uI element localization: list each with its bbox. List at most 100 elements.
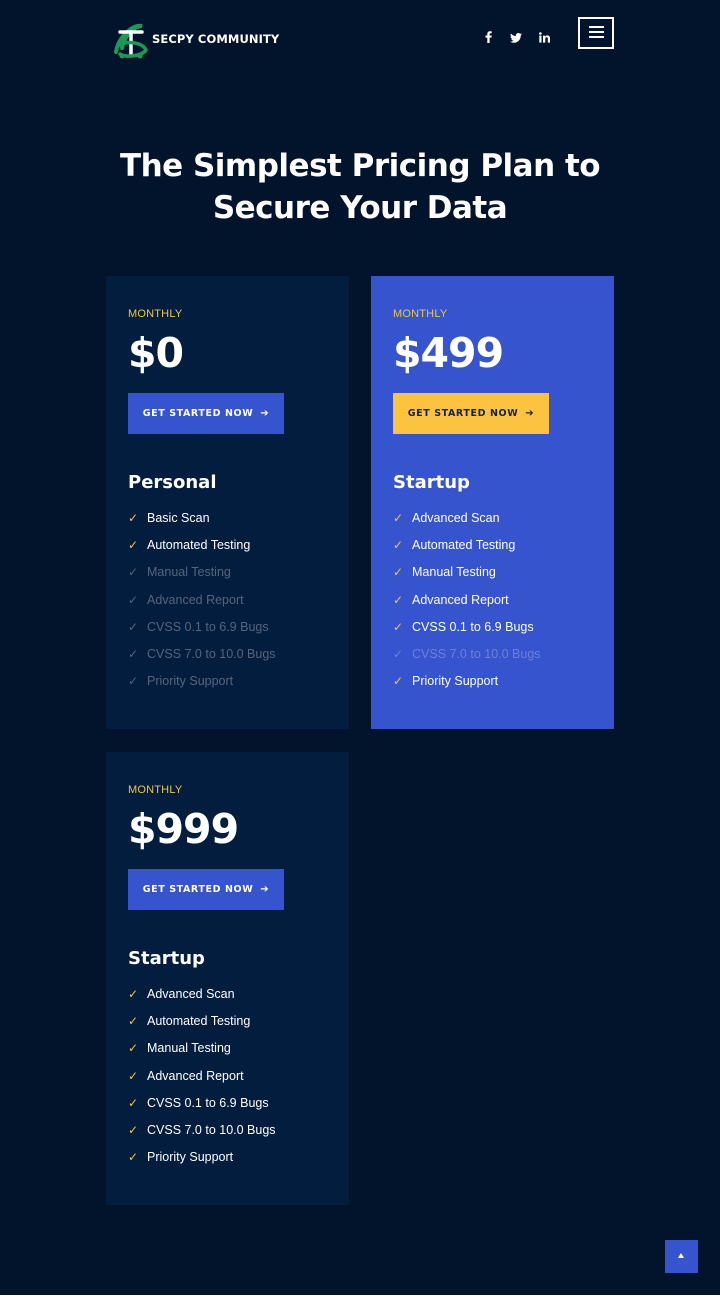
feature-label: CVSS 0.1 to 6.9 Bugs xyxy=(412,619,534,634)
button-label: GET STARTED NOW xyxy=(142,408,254,419)
feature-label: Manual Testing xyxy=(147,565,231,580)
feature-label: Advanced Scan xyxy=(147,987,235,1001)
check-icon: ✓ xyxy=(393,592,404,607)
feature-label: CVSS 0.1 to 6.9 Bugs xyxy=(147,1095,269,1110)
logo[interactable]: SECPY COMMUNITY xyxy=(112,18,279,60)
button-label: GET STARTED NOW xyxy=(407,408,519,419)
feature-item: ✓ Manual Testing xyxy=(393,564,541,591)
pricing-card-personal: MONTHLY $0 GET STARTED NOW ➔ Personal ✓ B… xyxy=(106,276,349,729)
twitter-icon[interactable] xyxy=(510,31,522,49)
check-icon: ✓ xyxy=(128,1122,139,1137)
check-icon: ✓ xyxy=(128,565,139,580)
feature-item: ✓ Manual Testing xyxy=(128,1040,276,1067)
page-title-line: Secure Your Data xyxy=(212,190,508,226)
menu-bar xyxy=(589,36,604,38)
check-icon: ✓ xyxy=(128,538,139,553)
facebook-icon[interactable] xyxy=(482,31,494,49)
arrow-right-icon: ➔ xyxy=(525,408,535,419)
feature-label: Priority Support xyxy=(147,674,234,689)
check-icon: ✓ xyxy=(128,592,139,607)
feature-item: ✓ CVSS 7.0 to 10.0 Bugs xyxy=(128,646,276,673)
feature-item: ✓ CVSS 0.1 to 6.9 Bugs xyxy=(128,619,276,646)
feature-label: Advanced Report xyxy=(412,592,509,607)
check-icon: ✓ xyxy=(128,646,139,661)
billing-period: MONTHLY xyxy=(393,308,448,320)
feature-label: Manual Testing xyxy=(412,565,496,580)
feature-item: ✓ CVSS 0.1 to 6.9 Bugs xyxy=(393,619,541,646)
feature-item: ✓ Automated Testing xyxy=(128,537,276,564)
feature-label: Advanced Scan xyxy=(412,511,500,525)
site-header: SECPY COMMUNITY xyxy=(0,0,720,84)
linkedin-icon[interactable] xyxy=(538,31,550,49)
plan-name: Startup xyxy=(393,472,470,493)
feature-item: ✓ CVSS 0.1 to 6.9 Bugs xyxy=(128,1095,276,1122)
feature-item: ✓ Priority Support xyxy=(128,673,276,700)
check-icon: ✓ xyxy=(128,511,139,525)
feature-item: ✓ Advanced Scan xyxy=(128,986,276,1013)
chevron-up-icon xyxy=(678,1253,684,1258)
check-icon: ✓ xyxy=(393,619,404,634)
social-links xyxy=(482,31,566,49)
page-title-line: The Simplest Pricing Plan to xyxy=(119,148,601,184)
arrow-right-icon: ➔ xyxy=(260,408,270,419)
check-icon: ✓ xyxy=(128,1014,139,1029)
plan-price: $0 xyxy=(128,329,184,377)
feature-item: ✓ CVSS 7.0 to 10.0 Bugs xyxy=(128,1122,276,1149)
feature-list: ✓ Basic Scan ✓ Automated Testing ✓ Manual T… xyxy=(128,510,276,700)
check-icon: ✓ xyxy=(393,511,404,525)
feature-label: CVSS 0.1 to 6.9 Bugs xyxy=(147,619,269,634)
plan-price: $499 xyxy=(393,329,504,377)
feature-item: ✓ Advanced Report xyxy=(128,592,276,619)
feature-list: ✓ Advanced Scan ✓ Automated Testing ✓ Manua… xyxy=(128,986,276,1176)
feature-item: ✓ Priority Support xyxy=(128,1149,276,1176)
feature-item: ✓ CVSS 7.0 to 10.0 Bugs xyxy=(393,646,541,673)
check-icon: ✓ xyxy=(128,987,139,1001)
feature-item: ✓ Basic Scan xyxy=(128,510,276,537)
plan-name: Personal xyxy=(128,472,217,493)
get-started-button[interactable]: GET STARTED NOW ➔ xyxy=(128,393,284,434)
feature-item: ✓ Automated Testing xyxy=(128,1013,276,1040)
feature-label: Priority Support xyxy=(412,674,499,689)
bottom-divider xyxy=(0,1295,720,1302)
feature-item: ✓ Advanced Report xyxy=(128,1068,276,1095)
feature-label: CVSS 7.0 to 10.0 Bugs xyxy=(147,1122,276,1137)
check-icon: ✓ xyxy=(128,1068,139,1083)
feature-label: Advanced Report xyxy=(147,1068,244,1083)
feature-label: Automated Testing xyxy=(412,538,516,553)
feature-label: Automated Testing xyxy=(147,1014,251,1029)
feature-item: ✓ Advanced Report xyxy=(393,592,541,619)
feature-item: ✓ Priority Support xyxy=(393,673,541,700)
button-label: GET STARTED NOW xyxy=(142,884,254,895)
billing-period: MONTHLY xyxy=(128,784,183,796)
check-icon: ✓ xyxy=(393,565,404,580)
feature-label: CVSS 7.0 to 10.0 Bugs xyxy=(412,646,541,661)
feature-label: Manual Testing xyxy=(147,1041,231,1056)
pricing-card-startup: MONTHLY $999 GET STARTED NOW ➔ Startup ✓… xyxy=(106,752,349,1205)
feature-label: Advanced Report xyxy=(147,592,244,607)
plan-price: $999 xyxy=(128,805,239,853)
check-icon: ✓ xyxy=(393,674,404,689)
check-icon: ✓ xyxy=(128,674,139,689)
get-started-button[interactable]: GET STARTED NOW ➔ xyxy=(393,393,549,434)
feature-label: Basic Scan xyxy=(147,511,210,525)
get-started-button[interactable]: GET STARTED NOW ➔ xyxy=(128,869,284,910)
feature-item: ✓ Advanced Scan xyxy=(393,510,541,537)
billing-period: MONTHLY xyxy=(128,308,183,320)
arrow-right-icon: ➔ xyxy=(260,884,270,895)
feature-item: ✓ Automated Testing xyxy=(393,537,541,564)
page-title: The Simplest Pricing Plan to Secure Your… xyxy=(0,145,720,229)
check-icon: ✓ xyxy=(128,1041,139,1056)
check-icon: ✓ xyxy=(393,538,404,553)
hamburger-menu-icon[interactable] xyxy=(578,17,614,49)
logo-icon xyxy=(112,18,150,60)
feature-label: Priority Support xyxy=(147,1150,234,1165)
menu-bar xyxy=(589,31,604,33)
brand-name: SECPY COMMUNITY xyxy=(152,32,280,46)
plan-name: Startup xyxy=(128,948,205,969)
pricing-card-startup-featured: MONTHLY $499 GET STARTED NOW ➔ Startup ✓… xyxy=(371,276,614,729)
menu-bar xyxy=(589,26,604,28)
check-icon: ✓ xyxy=(128,1095,139,1110)
check-icon: ✓ xyxy=(393,646,404,661)
feature-item: ✓ Manual Testing xyxy=(128,564,276,591)
back-to-top-button[interactable] xyxy=(665,1240,698,1273)
